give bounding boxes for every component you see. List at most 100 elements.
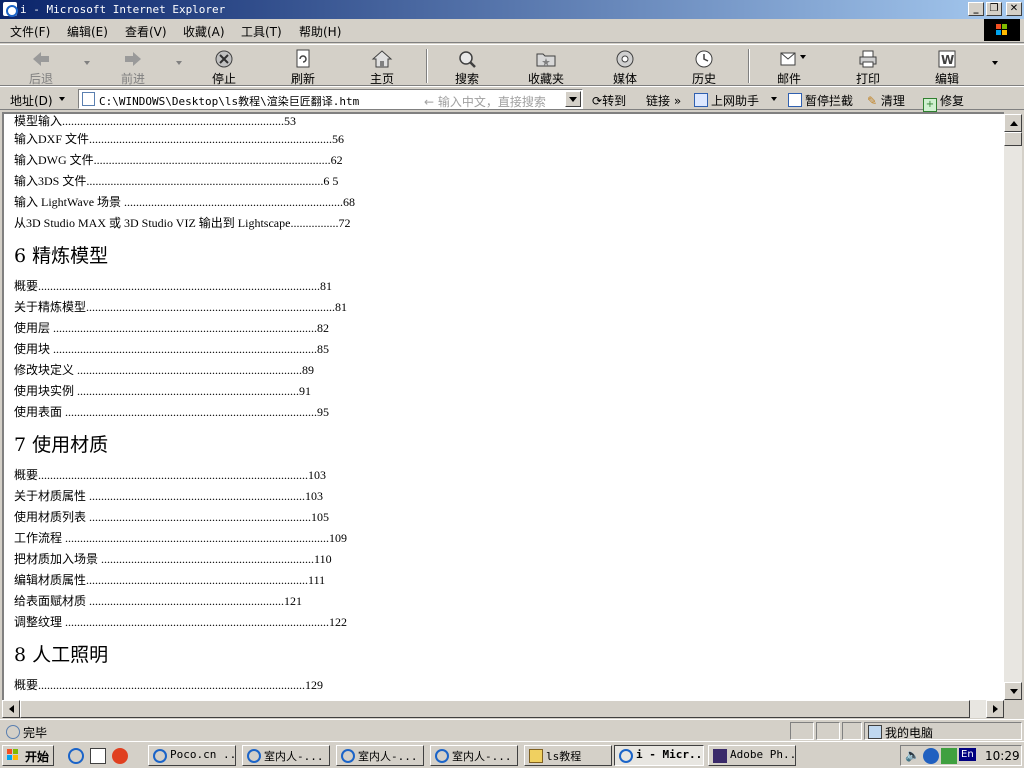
ie-task-icon xyxy=(619,749,633,763)
toc-entry[interactable]: 工作流程 ...................................… xyxy=(14,531,347,545)
restore-button[interactable]: ❐ xyxy=(986,2,1002,16)
toc-entry[interactable]: 输入3DS 文件................................… xyxy=(14,174,338,188)
address-dropdown-button[interactable] xyxy=(565,91,581,107)
menu-file[interactable]: 文件(F) xyxy=(10,23,50,40)
tray-app-icon[interactable] xyxy=(923,748,939,764)
my-computer-icon xyxy=(868,725,882,739)
menu-favorites[interactable]: 收藏(A) xyxy=(183,23,225,40)
scroll-thumb[interactable] xyxy=(1004,132,1022,146)
assistant-dropdown-icon[interactable] xyxy=(771,97,777,101)
address-url: C:\WINDOWS\Desktop\ls教程\渲染巨匠翻译.htm xyxy=(99,95,360,108)
toc-entry[interactable]: 调整纹理 ...................................… xyxy=(14,615,347,629)
ie-logo-icon xyxy=(3,2,18,17)
toc-entry[interactable]: 关于精炼模型..................................… xyxy=(14,300,347,314)
ie-task-icon xyxy=(153,749,167,763)
folder-icon xyxy=(529,749,543,763)
scroll-down-button[interactable] xyxy=(1004,682,1022,700)
forward-dropdown-icon[interactable] xyxy=(176,61,182,65)
toolbar-overflow-icon[interactable] xyxy=(992,61,998,65)
repair-button[interactable]: + 修复 xyxy=(923,92,964,112)
toc-entry[interactable]: 输入 LightWave 场景 ........................… xyxy=(14,195,355,209)
favorites-button[interactable]: 收藏夹 xyxy=(525,47,567,86)
scroll-up-button[interactable] xyxy=(1004,114,1022,132)
hscroll-thumb[interactable] xyxy=(20,700,970,718)
menu-bar: 文件(F) 编辑(E) 查看(V) 收藏(A) 工具(T) 帮助(H) xyxy=(0,19,1024,43)
stop-icon xyxy=(215,50,233,68)
media-button[interactable]: 媒体 xyxy=(604,47,646,86)
menu-help[interactable]: 帮助(H) xyxy=(299,23,341,40)
toc-entry[interactable]: 把材质加入场景 ................................… xyxy=(14,552,332,566)
menu-tools[interactable]: 工具(T) xyxy=(241,23,282,40)
toc-entry[interactable]: 给表面赋材质 .................................… xyxy=(14,594,302,608)
toc-entry[interactable]: 关于材质属性 .................................… xyxy=(14,489,323,503)
toc-entry[interactable]: 概要......................................… xyxy=(14,468,326,482)
back-dropdown-icon[interactable] xyxy=(84,61,90,65)
home-button[interactable]: 主页 xyxy=(361,47,403,86)
ime-indicator[interactable]: En xyxy=(959,748,976,761)
clock[interactable]: 10:29 xyxy=(985,749,1020,763)
arrow-right-icon xyxy=(993,705,998,713)
status-bar: 完毕 我的电脑 xyxy=(0,719,1024,741)
menu-edit[interactable]: 编辑(E) xyxy=(67,23,108,40)
history-button[interactable]: 历史 xyxy=(683,47,725,86)
address-input[interactable]: C:\WINDOWS\Desktop\ls教程\渲染巨匠翻译.htm ← 输入中… xyxy=(78,89,583,109)
tray-app-icon[interactable] xyxy=(941,748,957,764)
scroll-right-button[interactable] xyxy=(986,700,1004,718)
task-poco[interactable]: Poco.cn ... xyxy=(148,745,236,766)
toc-entry[interactable]: 使用块实例 ..................................… xyxy=(14,384,311,398)
chapter-heading: 7 使用材质 xyxy=(14,434,109,456)
menu-view[interactable]: 查看(V) xyxy=(125,23,167,40)
minimize-button[interactable]: _ xyxy=(968,2,984,16)
quick-launch-ie-icon[interactable] xyxy=(68,748,84,764)
stop-button[interactable]: 停止 xyxy=(203,47,245,86)
broom-icon: ✎ xyxy=(867,94,878,108)
volume-icon[interactable]: 🔈 xyxy=(905,748,921,764)
task-snr-3[interactable]: 室内人-... xyxy=(430,745,518,766)
forward-button[interactable]: 前进 xyxy=(112,47,154,86)
task-snr-1[interactable]: 室内人-... xyxy=(242,745,330,766)
task-ls-folder[interactable]: ls教程 xyxy=(524,745,612,766)
toc-entry[interactable]: 模型输入....................................… xyxy=(14,114,296,128)
title-bar[interactable]: i - Microsoft Internet Explorer _ ❐ ✕ xyxy=(0,0,1024,19)
task-ie-active[interactable]: i - Micr... xyxy=(614,745,704,766)
toc-entry[interactable]: 输入DXF 文件................................… xyxy=(14,132,344,146)
print-button[interactable]: 打印 xyxy=(847,47,889,86)
toc-entry[interactable]: 概要......................................… xyxy=(14,678,323,692)
address-label-dropdown-icon[interactable] xyxy=(59,97,65,101)
task-photoshop[interactable]: Adobe Ph... xyxy=(708,745,796,766)
standard-toolbar: 后退 前进 停止 刷新 主页 搜索 收藏夹 媒体 历史 邮件 打印 W 编辑 xyxy=(0,44,1024,86)
toc-entry[interactable]: 使用层 ....................................… xyxy=(14,321,329,335)
horizontal-scrollbar[interactable] xyxy=(2,700,1004,718)
mail-dropdown-icon[interactable] xyxy=(800,55,806,59)
links-button[interactable]: 链接 » xyxy=(646,92,681,109)
vertical-scrollbar[interactable] xyxy=(1004,114,1022,700)
mail-button[interactable]: 邮件 xyxy=(768,47,810,86)
toc-entry[interactable]: 使用表面 ...................................… xyxy=(14,405,329,419)
toc-entry[interactable]: 从3D Studio MAX 或 3D Studio VIZ 输出到 Light… xyxy=(14,216,350,230)
search-hint[interactable]: ← 输入中文，直接搜索 xyxy=(424,93,546,110)
arrow-left-icon xyxy=(9,705,14,713)
chapter-heading: 6 精炼模型 xyxy=(14,245,109,267)
windows-throbber-icon xyxy=(984,19,1020,41)
quick-launch-desktop-icon[interactable] xyxy=(90,748,106,764)
start-button[interactable]: 开始 xyxy=(2,745,54,766)
assistant-button[interactable]: 上网助手 xyxy=(694,92,759,109)
search-icon xyxy=(459,51,476,68)
popup-block-button[interactable]: 暂停拦截 xyxy=(788,92,853,109)
go-button[interactable]: ⟳转到 xyxy=(592,92,626,109)
back-button[interactable]: 后退 xyxy=(20,47,62,86)
toc-entry[interactable]: 输入DWG 文件................................… xyxy=(14,153,343,167)
toc-entry[interactable]: 概要......................................… xyxy=(14,279,332,293)
task-snr-2[interactable]: 室内人-... xyxy=(336,745,424,766)
search-button[interactable]: 搜索 xyxy=(446,47,488,86)
close-button[interactable]: ✕ xyxy=(1006,2,1022,16)
quick-launch-media-icon[interactable] xyxy=(112,748,128,764)
toc-entry[interactable]: 编辑材质属性..................................… xyxy=(14,573,325,587)
toc-entry[interactable]: 使用材质列表 .................................… xyxy=(14,510,329,524)
toc-entry[interactable]: 修改块定义 ..................................… xyxy=(14,363,314,377)
toc-entry[interactable]: 使用块 ....................................… xyxy=(14,342,329,356)
clean-button[interactable]: ✎ 清理 xyxy=(867,92,905,109)
edit-button[interactable]: W 编辑 xyxy=(926,47,968,86)
scroll-left-button[interactable] xyxy=(2,700,20,718)
refresh-button[interactable]: 刷新 xyxy=(282,47,324,86)
